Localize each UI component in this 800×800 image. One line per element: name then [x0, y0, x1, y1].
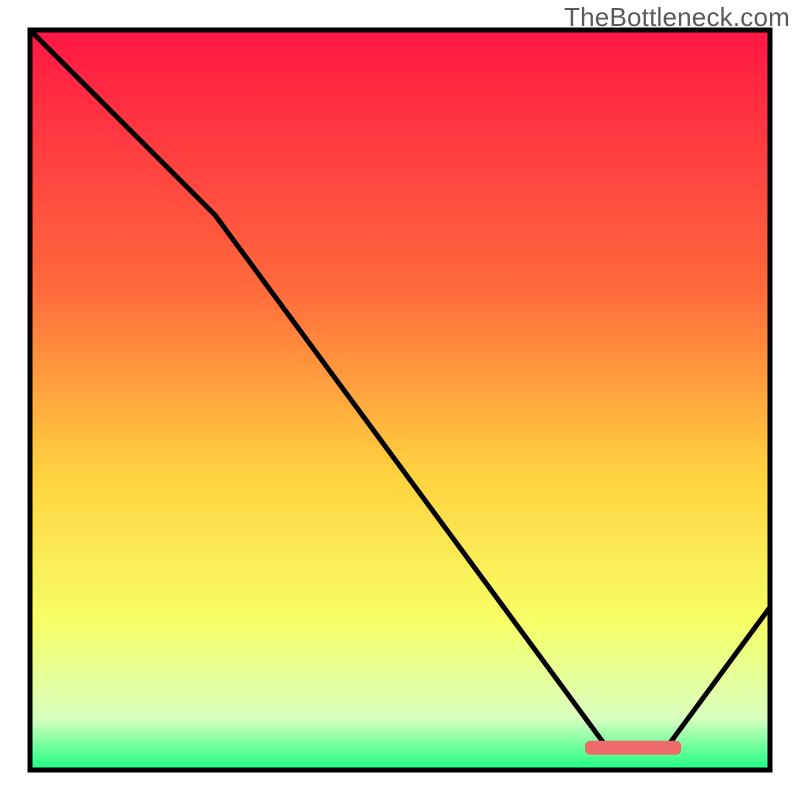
optimum-marker [585, 741, 681, 755]
bottleneck-chart [0, 0, 800, 800]
watermark-text: TheBottleneck.com [564, 2, 790, 33]
chart-container: TheBottleneck.com [0, 0, 800, 800]
